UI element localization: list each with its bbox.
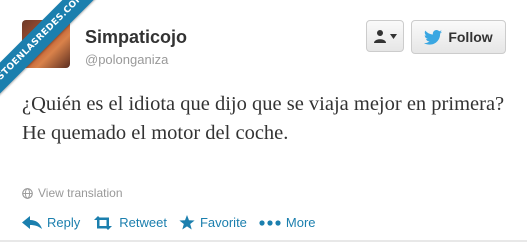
reply-label: Reply <box>47 215 81 230</box>
more-dots-icon <box>259 219 281 226</box>
tweet-actions: Reply Retweet Favorite More <box>22 215 316 230</box>
retweet-icon <box>94 215 113 230</box>
caret-down-icon <box>390 33 397 39</box>
more-button[interactable]: More <box>259 215 316 230</box>
person-icon <box>374 30 386 43</box>
follow-label: Follow <box>448 29 493 45</box>
user-handle[interactable]: @polonganiza <box>85 52 168 67</box>
view-translation-link[interactable]: View translation <box>22 186 123 200</box>
view-translation-label: View translation <box>38 186 123 200</box>
star-icon <box>179 215 195 230</box>
follow-button[interactable]: Follow <box>411 20 506 54</box>
more-label: More <box>285 215 316 230</box>
retweet-button[interactable]: Retweet <box>92 215 167 230</box>
user-actions-button[interactable] <box>366 20 404 52</box>
reply-button[interactable]: Reply <box>22 215 80 230</box>
favorite-button[interactable]: Favorite <box>179 215 247 230</box>
divider <box>0 240 527 242</box>
tweet-text: ¿Quién es el idiota que dijo que se viaj… <box>22 93 505 144</box>
reply-icon <box>22 216 42 229</box>
retweet-label: Retweet <box>119 215 167 230</box>
twitter-bird-icon <box>424 29 443 45</box>
user-name[interactable]: Simpaticojo <box>85 27 187 48</box>
favorite-label: Favorite <box>199 215 247 230</box>
globe-icon <box>22 187 33 199</box>
